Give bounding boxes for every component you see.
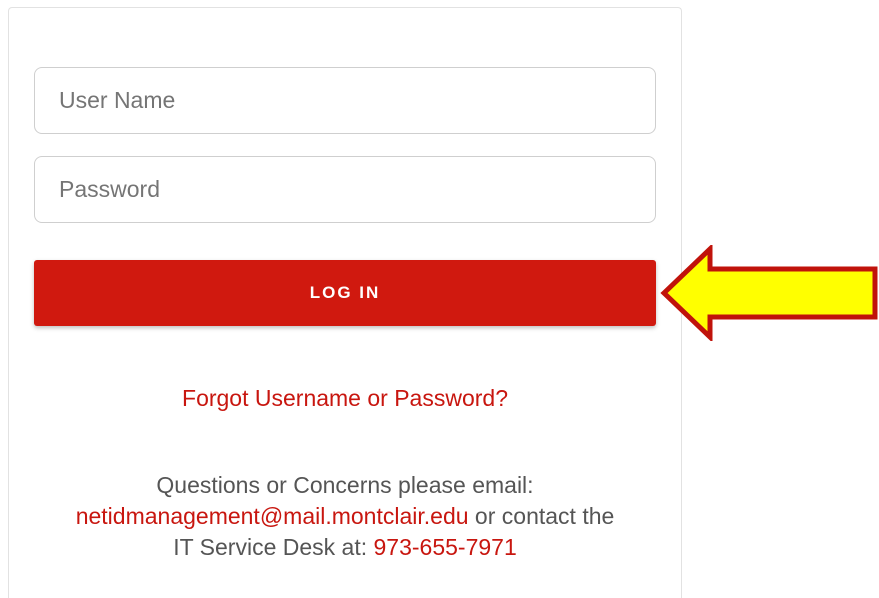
contact-line-1: Questions or Concerns please email: bbox=[156, 472, 534, 498]
support-email-link[interactable]: netidmanagement@mail.montclair.edu bbox=[76, 503, 469, 529]
password-input[interactable] bbox=[34, 156, 656, 223]
page: LOG IN Forgot Username or Password? Ques… bbox=[0, 0, 879, 598]
username-input[interactable] bbox=[34, 67, 656, 134]
arrow-left-icon bbox=[660, 245, 878, 341]
support-phone-link[interactable]: 973-655-7971 bbox=[374, 534, 517, 560]
contact-info: Questions or Concerns please email: neti… bbox=[9, 470, 681, 563]
login-button[interactable]: LOG IN bbox=[34, 260, 656, 326]
login-card: LOG IN Forgot Username or Password? Ques… bbox=[8, 7, 682, 598]
contact-line-3: IT Service Desk at: bbox=[173, 534, 374, 560]
forgot-credentials-link[interactable]: Forgot Username or Password? bbox=[9, 385, 681, 412]
contact-mid-text: or contact the bbox=[468, 503, 615, 529]
